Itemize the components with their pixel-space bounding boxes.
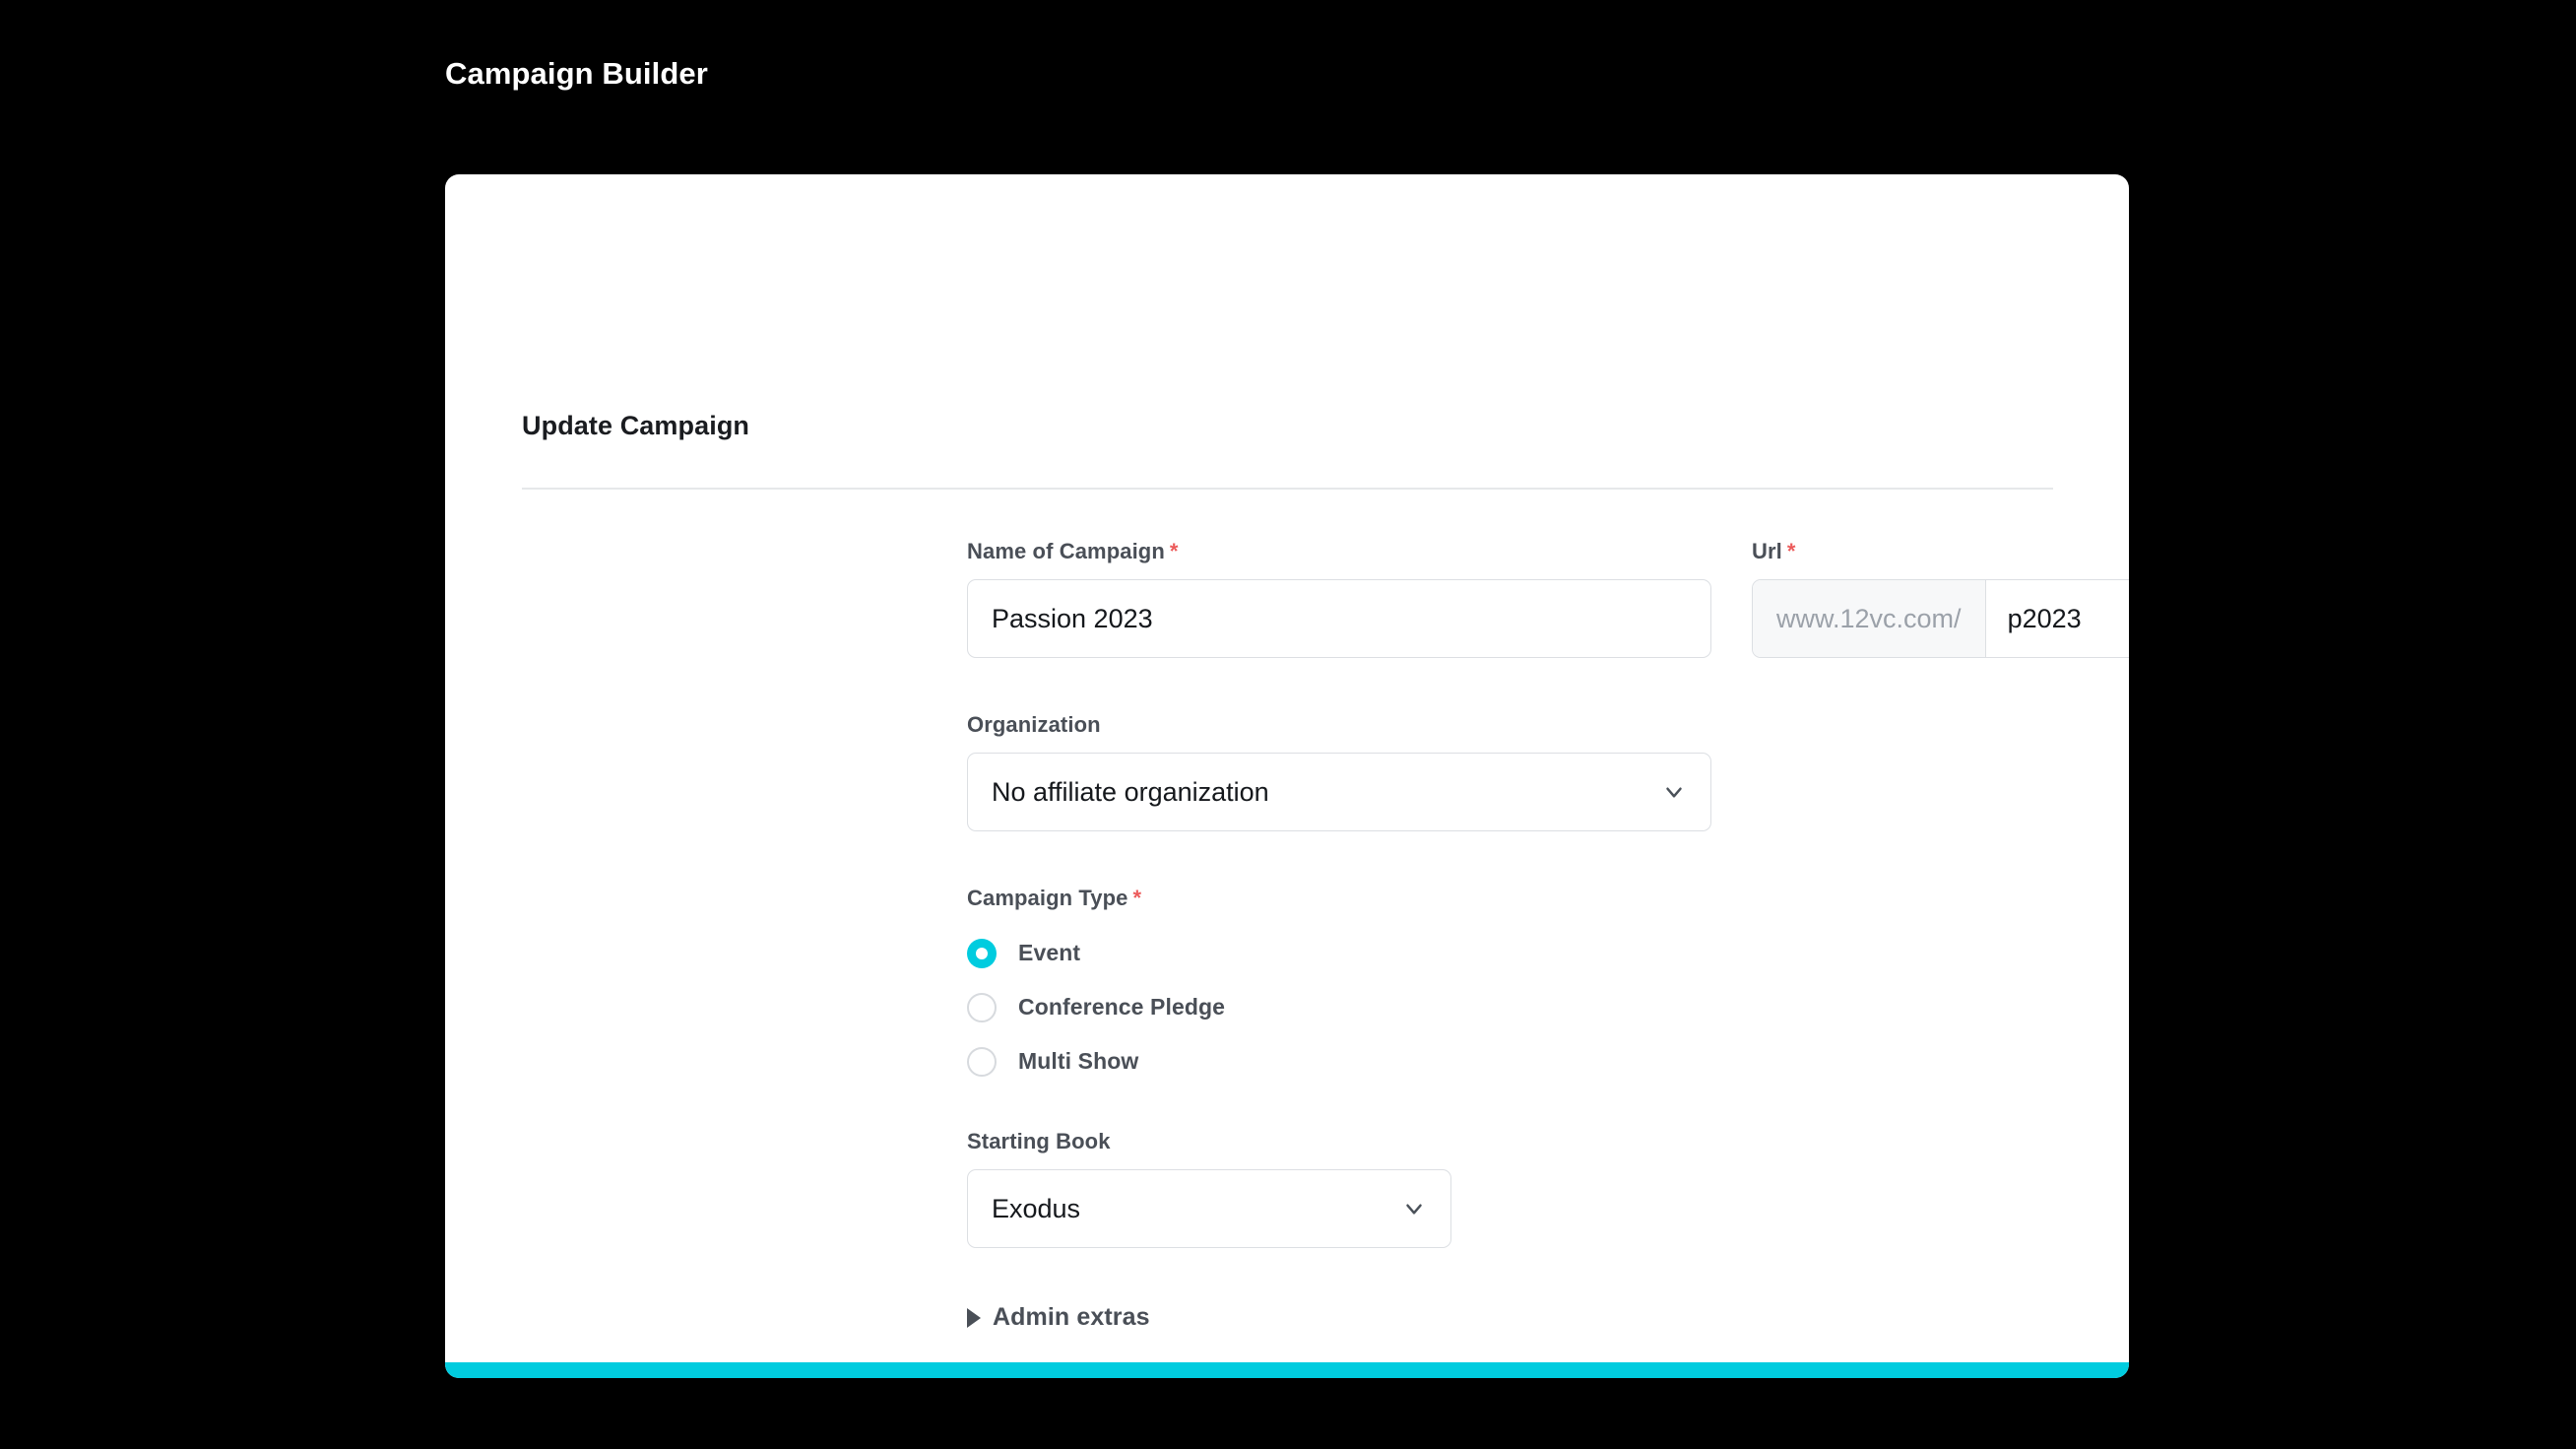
starting-book-select[interactable]: Exodus	[967, 1169, 1451, 1248]
radio-label: Conference Pledge	[1018, 994, 1226, 1020]
triangle-right-icon	[967, 1307, 981, 1328]
admin-extras-disclosure[interactable]: Admin extras	[967, 1303, 1150, 1332]
starting-book-label: Starting Book	[967, 1129, 1111, 1153]
field-group-organization: Organization No affiliate organization	[967, 712, 1711, 831]
field-group-campaign-type: Campaign Type * Event Conference Pledge	[967, 886, 1715, 1088]
starting-book-label-row: Starting Book	[967, 1129, 1451, 1154]
field-group-campaign-name: Name of Campaign * Passion 2023	[967, 539, 1711, 658]
campaign-type-label: Campaign Type	[967, 886, 1128, 910]
organization-label-row: Organization	[967, 712, 1711, 738]
chevron-down-icon	[1661, 779, 1687, 805]
radio-unchecked-icon	[967, 992, 997, 1022]
campaign-card: Update Campaign Name of Campaign * Passi…	[445, 174, 2129, 1378]
chevron-down-icon	[1401, 1196, 1427, 1221]
radio-checked-icon	[967, 938, 997, 968]
field-group-url: Url * www.12vc.com/ p2023	[1752, 539, 2129, 658]
url-slug-value: p2023	[2007, 603, 2082, 633]
url-input-group: www.12vc.com/ p2023	[1752, 579, 2129, 658]
campaign-name-input[interactable]: Passion 2023	[967, 579, 1711, 658]
starting-book-selected-value: Exodus	[992, 1193, 1081, 1223]
url-label: Url	[1752, 539, 1782, 563]
organization-selected-value: No affiliate organization	[992, 776, 1269, 807]
campaign-type-radio-group: Event Conference Pledge Multi Show	[967, 926, 1715, 1088]
card-body: Update Campaign Name of Campaign * Passi…	[445, 174, 2129, 1362]
url-label-row: Url *	[1752, 539, 2129, 564]
url-prefix: www.12vc.com/	[1753, 580, 1986, 657]
campaign-name-value: Passion 2023	[992, 603, 1153, 633]
campaign-type-label-row: Campaign Type *	[967, 886, 1715, 911]
campaign-name-label-row: Name of Campaign *	[967, 539, 1711, 564]
card-accent-bar	[445, 1362, 2129, 1378]
radio-label: Event	[1018, 940, 1081, 965]
campaign-form: Name of Campaign * Passion 2023 Url * ww…	[445, 174, 2129, 1362]
field-group-starting-book: Starting Book Exodus	[967, 1129, 1451, 1248]
url-slug-input[interactable]: p2023	[1986, 580, 2129, 657]
disclosure-row: Admin extras	[967, 1303, 1150, 1332]
radio-option-conference-pledge[interactable]: Conference Pledge	[967, 980, 1715, 1034]
required-asterisk: *	[1169, 539, 1179, 563]
required-asterisk: *	[1132, 886, 1142, 910]
admin-extras-label: Admin extras	[993, 1303, 1150, 1331]
organization-label: Organization	[967, 712, 1101, 737]
radio-option-multi-show[interactable]: Multi Show	[967, 1034, 1715, 1088]
radio-label: Multi Show	[1018, 1048, 1139, 1074]
app-root: Campaign Builder Update Campaign Name of…	[0, 0, 2576, 1449]
radio-option-event[interactable]: Event	[967, 926, 1715, 980]
radio-unchecked-icon	[967, 1046, 997, 1077]
organization-select[interactable]: No affiliate organization	[967, 753, 1711, 831]
page-title: Campaign Builder	[445, 56, 708, 91]
campaign-name-label: Name of Campaign	[967, 539, 1165, 563]
required-asterisk: *	[1786, 539, 1796, 563]
